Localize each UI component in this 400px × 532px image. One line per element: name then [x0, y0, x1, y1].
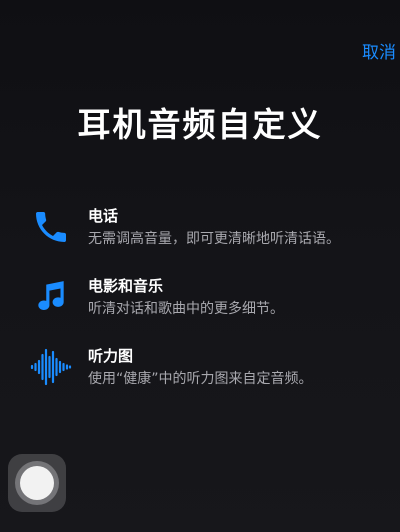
feature-text: 电话 无需调高音量，即可更清晰地听清话语。 — [88, 206, 340, 249]
feature-title: 听力图 — [88, 347, 134, 365]
feature-phone: 电话 无需调高音量，即可更清晰地听清话语。 — [30, 206, 390, 249]
feature-audiogram: 听力图 使用“健康”中的听力图来自定音频。 — [30, 346, 390, 389]
feature-text: 听力图 使用“健康”中的听力图来自定音频。 — [88, 346, 313, 389]
feature-description: 使用“健康”中的听力图来自定音频。 — [88, 371, 313, 387]
audiogram-waveform-icon — [30, 346, 72, 388]
assistive-touch-button[interactable] — [8, 454, 66, 512]
page-title: 耳机音频自定义 — [77, 105, 323, 144]
phone-icon — [30, 206, 72, 248]
feature-title: 电影和音乐 — [88, 277, 164, 295]
cancel-button[interactable]: 取消 — [362, 38, 396, 63]
music-note-icon — [30, 276, 72, 318]
assistive-touch-inner — [20, 466, 54, 500]
assistive-touch-icon — [15, 461, 59, 505]
headphone-accommodations-screen: 取消 耳机音频自定义 电话 无需调高音量，即可更清晰地听清话语。 电影和音乐 听… — [0, 0, 400, 532]
feature-title: 电话 — [88, 207, 119, 225]
feature-description: 无需调高音量，即可更清晰地听清话语。 — [88, 231, 340, 247]
feature-description: 听清对话和歌曲中的更多细节。 — [88, 301, 284, 317]
feature-text: 电影和音乐 听清对话和歌曲中的更多细节。 — [88, 276, 284, 319]
feature-movies-music: 电影和音乐 听清对话和歌曲中的更多细节。 — [30, 276, 390, 319]
